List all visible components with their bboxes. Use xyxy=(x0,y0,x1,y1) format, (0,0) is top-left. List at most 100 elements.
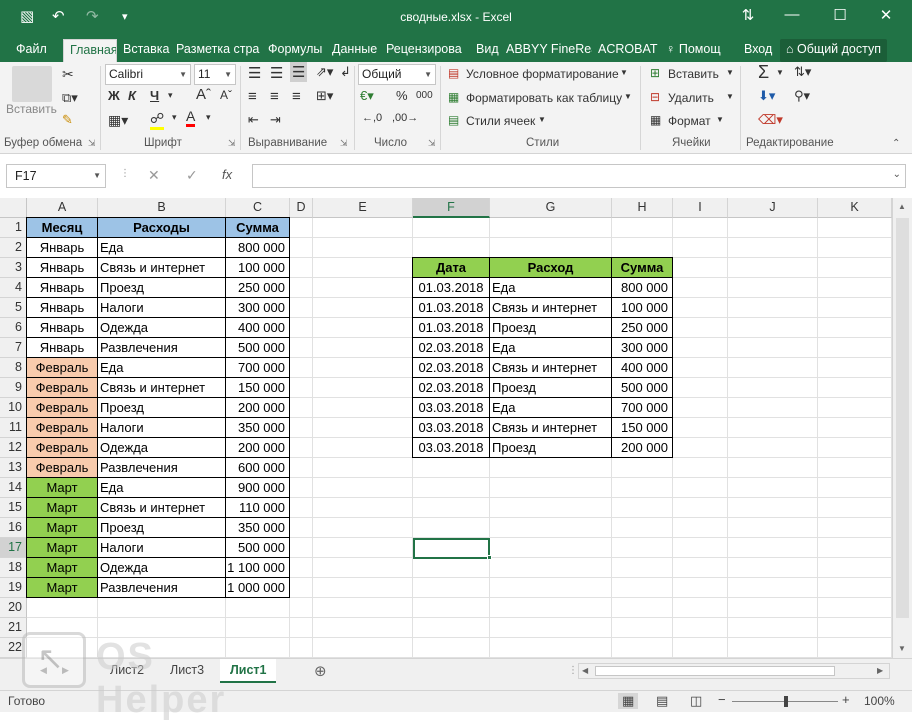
delete-cells-button[interactable]: Удалить xyxy=(668,91,714,105)
row-header-15[interactable]: 15 xyxy=(0,498,27,518)
increase-decimal-icon[interactable]: ←,0 xyxy=(362,112,382,124)
chevron-down-icon[interactable]: ▾ xyxy=(206,112,211,123)
align-right-icon[interactable]: ≡ xyxy=(292,88,301,105)
vertical-scrollbar[interactable]: ▲ ▼ xyxy=(892,198,912,658)
increase-indent-icon[interactable]: ⇥ xyxy=(270,112,281,128)
align-left-icon[interactable]: ≡ xyxy=(248,88,257,105)
format-cells-button[interactable]: Формат xyxy=(668,114,711,128)
number-format-select[interactable]: Общий ▼ xyxy=(358,64,436,85)
copy-icon[interactable]: ⧉▾ xyxy=(62,90,78,106)
align-top-icon[interactable]: ☰ xyxy=(248,64,261,82)
chevron-down-icon[interactable]: ▼ xyxy=(716,115,724,124)
column-header-c[interactable]: C xyxy=(226,198,290,218)
format-as-table-icon[interactable]: ▦ xyxy=(448,90,459,104)
font-size-select[interactable]: 11 ▼ xyxy=(194,64,236,85)
chevron-down-icon[interactable]: ▼ xyxy=(726,68,734,77)
close-icon[interactable]: ✕ xyxy=(866,6,906,24)
row-header-3[interactable]: 3 xyxy=(0,258,27,278)
tab-review[interactable]: Рецензирова xyxy=(380,39,470,62)
thousands-button[interactable]: 000 xyxy=(416,90,433,101)
row-header-17[interactable]: 17 xyxy=(0,538,27,558)
fill-color-icon[interactable]: ☍ xyxy=(150,110,165,130)
scroll-right-icon[interactable]: ▶ xyxy=(877,666,883,675)
paste-icon[interactable] xyxy=(12,66,52,102)
worksheet-grid[interactable]: ABCDEFGHIJK 1 2 3 4 5 6 7 8 9 10 11 12 13 14 15 16 17 18 1… xyxy=(0,198,892,658)
clipboard-launcher-icon[interactable]: ⇲ xyxy=(88,138,96,149)
delete-cells-icon[interactable]: ⊟ xyxy=(650,90,660,104)
fill-icon[interactable]: ⬇▾ xyxy=(758,88,775,104)
column-header-h[interactable]: H xyxy=(612,198,673,218)
align-center-icon[interactable]: ≡ xyxy=(270,88,279,105)
scroll-down-icon[interactable]: ▼ xyxy=(898,644,906,653)
column-header-b[interactable]: B xyxy=(98,198,226,218)
formula-input[interactable]: ⌄ xyxy=(252,164,906,188)
column-header-g[interactable]: G xyxy=(490,198,612,218)
horizontal-scrollbar[interactable]: ◀ ▶ xyxy=(578,663,890,679)
wrap-text-icon[interactable]: ↲ xyxy=(340,64,351,80)
row-header-11[interactable]: 11 xyxy=(0,418,27,438)
row-header-8[interactable]: 8 xyxy=(0,358,27,378)
tab-sign-in[interactable]: Вход xyxy=(738,39,778,62)
autosum-button[interactable]: Σ xyxy=(758,62,769,83)
expand-formula-icon[interactable]: ⌄ xyxy=(893,169,901,180)
number-launcher-icon[interactable]: ⇲ xyxy=(428,138,436,149)
add-sheet-icon[interactable]: ⊕ xyxy=(314,662,327,680)
borders-icon[interactable]: ▦▾ xyxy=(108,112,128,129)
conditional-formatting-icon[interactable]: ▤ xyxy=(448,66,459,80)
name-box[interactable]: F17 ▼ xyxy=(6,164,106,188)
row-header-7[interactable]: 7 xyxy=(0,338,27,358)
row-header-9[interactable]: 9 xyxy=(0,378,27,398)
row-header-14[interactable]: 14 xyxy=(0,478,27,498)
tab-home[interactable]: Главная xyxy=(63,39,117,62)
zoom-slider-thumb[interactable] xyxy=(784,696,788,707)
column-header-i[interactable]: I xyxy=(673,198,728,218)
tab-tell-me[interactable]: ♀ Помощ xyxy=(660,39,734,62)
tab-insert[interactable]: Вставка xyxy=(117,39,175,62)
cell-styles-button[interactable]: Стили ячеек xyxy=(466,114,535,128)
share-button[interactable]: ⌂ Общий доступ xyxy=(780,39,888,62)
row-header-16[interactable]: 16 xyxy=(0,518,27,538)
font-name-select[interactable]: Calibri ▼ xyxy=(105,64,191,85)
find-select-icon[interactable]: ⚲▾ xyxy=(794,88,810,104)
tab-formulas[interactable]: Формулы xyxy=(262,39,328,62)
row-header-5[interactable]: 5 xyxy=(0,298,27,318)
scroll-up-icon[interactable]: ▲ xyxy=(898,202,906,211)
scroll-thumb[interactable] xyxy=(595,666,835,676)
select-all-corner[interactable] xyxy=(0,198,27,218)
chevron-down-icon[interactable]: ▼ xyxy=(620,68,628,77)
row-header-4[interactable]: 4 xyxy=(0,278,27,298)
font-color-icon[interactable]: A xyxy=(186,108,196,127)
scroll-thumb[interactable] xyxy=(896,218,909,618)
grow-font-icon[interactable]: Aˆ xyxy=(196,86,211,103)
merge-center-icon[interactable]: ⊞▾ xyxy=(316,88,333,104)
insert-function-button[interactable]: fx xyxy=(222,167,232,182)
chevron-down-icon[interactable]: ▾ xyxy=(172,112,177,123)
italic-button[interactable]: К xyxy=(128,88,136,103)
insert-cells-icon[interactable]: ⊞ xyxy=(650,66,660,80)
column-header-j[interactable]: J xyxy=(728,198,818,218)
decrease-indent-icon[interactable]: ⇤ xyxy=(248,112,259,128)
tab-split-icon[interactable]: ⋮ xyxy=(568,665,578,676)
format-as-table-button[interactable]: Форматировать как таблицу xyxy=(466,91,622,105)
zoom-out-icon[interactable]: − xyxy=(718,692,726,707)
font-launcher-icon[interactable]: ⇲ xyxy=(228,138,236,149)
clear-icon[interactable]: ⌫▾ xyxy=(758,112,783,128)
tab-acrobat[interactable]: ACROBAT xyxy=(592,39,664,62)
column-header-f[interactable]: F xyxy=(413,198,490,218)
shrink-font-icon[interactable]: Aˇ xyxy=(220,88,232,102)
alignment-launcher-icon[interactable]: ⇲ xyxy=(340,138,348,149)
zoom-in-icon[interactable]: + xyxy=(842,692,850,707)
align-middle-icon[interactable]: ☰ xyxy=(270,64,283,82)
fill-handle[interactable] xyxy=(487,555,492,560)
tab-data[interactable]: Данные xyxy=(326,39,383,62)
row-header-20[interactable]: 20 xyxy=(0,598,27,618)
page-layout-view-icon[interactable]: ▤ xyxy=(656,693,668,709)
ribbon-display-icon[interactable]: ⇅ xyxy=(728,6,768,24)
zoom-level[interactable]: 100% xyxy=(864,694,895,708)
chevron-down-icon[interactable]: ▼ xyxy=(726,92,734,101)
row-header-13[interactable]: 13 xyxy=(0,458,27,478)
align-bottom-icon[interactable]: ☰ xyxy=(290,62,308,82)
row-header-18[interactable]: 18 xyxy=(0,558,27,578)
cell-styles-icon[interactable]: ▤ xyxy=(448,113,459,127)
row-header-19[interactable]: 19 xyxy=(0,578,27,598)
